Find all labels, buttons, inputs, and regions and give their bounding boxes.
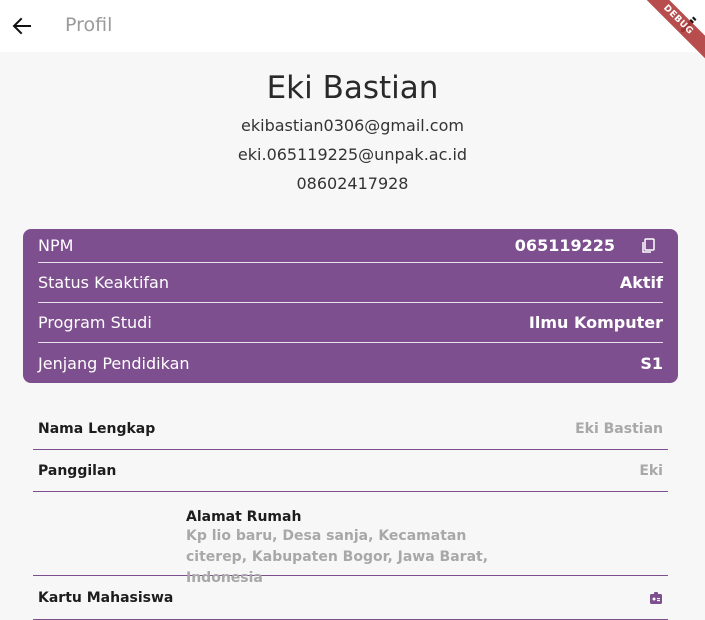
personal-email: ekibastian0306@gmail.com	[241, 116, 464, 135]
nickname-value: Eki	[639, 462, 663, 479]
address-label: Alamat Rumah	[186, 509, 302, 525]
fullname-value: Eki Bastian	[575, 420, 663, 437]
campus-email: eki.065119225@unpak.ac.id	[237, 145, 468, 164]
student-card-row[interactable]: Kartu Mahasiswa	[33, 576, 668, 620]
profile-name: Eki Bastian	[266, 70, 439, 106]
npm-label: NPM	[38, 236, 74, 255]
level-label: Jenjang Pendidikan	[38, 353, 190, 373]
fullname-label: Nama Lengkap	[38, 420, 156, 437]
nickname-label: Panggilan	[38, 462, 117, 479]
program-row: Program Studi Ilmu Komputer	[38, 303, 663, 343]
arrow-left-icon	[12, 17, 31, 35]
student-card-label: Kartu Mahasiswa	[38, 589, 174, 606]
program-label: Program Studi	[38, 313, 152, 332]
profile-header: Eki Bastian ekibastian0306@gmail.com eki…	[0, 52, 705, 198]
status-row: Status Keaktifan Aktif	[38, 263, 663, 303]
program-value: Ilmu Komputer	[528, 313, 663, 332]
app-bar: Profil DEBUG	[0, 0, 705, 65]
back-button[interactable]	[8, 12, 36, 40]
id-card-icon[interactable]	[649, 591, 663, 605]
level-value: S1	[640, 353, 663, 373]
personal-details: Nama Lengkap Eki Bastian Panggilan Eki A…	[33, 408, 668, 620]
address-row: Alamat Rumah Kp lio baru, Desa sanja, Ke…	[33, 492, 668, 586]
copy-icon[interactable]	[641, 238, 655, 254]
npm-value: 065119225	[514, 236, 615, 255]
academic-info-card: NPM 065119225 Status Keaktifan Aktif Pro…	[23, 229, 678, 383]
status-label: Status Keaktifan	[38, 273, 169, 292]
level-row: Jenjang Pendidikan S1	[38, 343, 663, 383]
nickname-row: Panggilan Eki	[33, 450, 668, 492]
fullname-row: Nama Lengkap Eki Bastian	[33, 408, 668, 450]
status-value: Aktif	[619, 273, 663, 292]
npm-row: NPM 065119225	[38, 229, 663, 263]
phone-number: 08602417928	[296, 174, 409, 193]
page-title: Profil	[65, 14, 113, 36]
